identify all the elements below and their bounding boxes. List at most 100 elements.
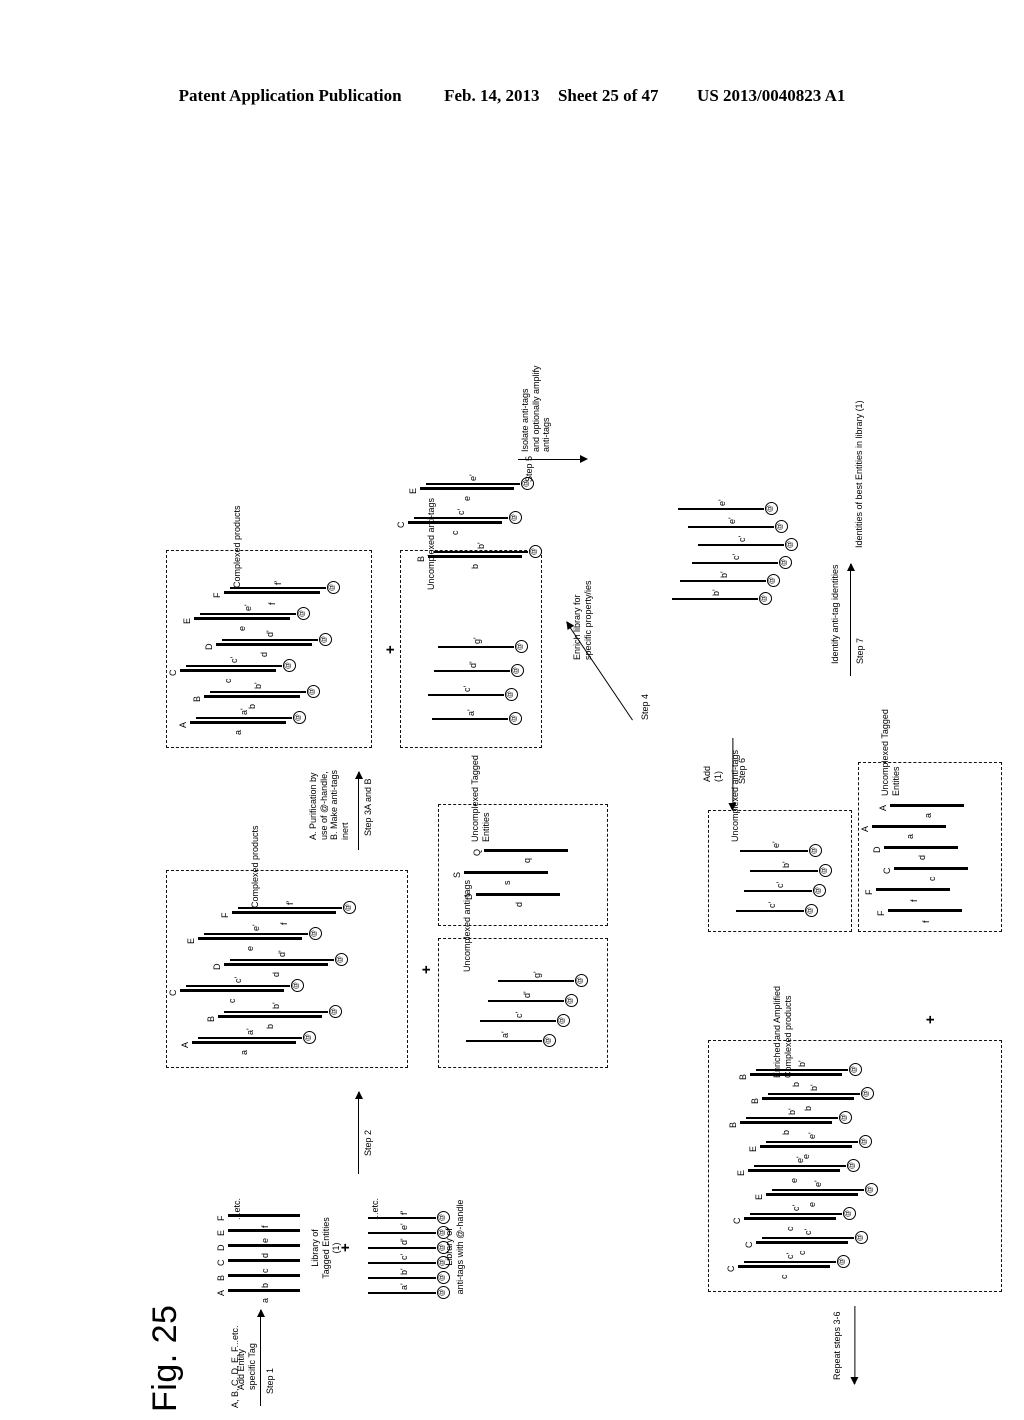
at-handle-icon: @ xyxy=(785,538,798,551)
strand-bar xyxy=(198,937,302,940)
strand-bar xyxy=(680,580,766,582)
strand-bar xyxy=(748,1169,840,1172)
strand-bar xyxy=(218,1015,322,1018)
strand-bar xyxy=(222,639,318,641)
strand-bar xyxy=(204,933,308,935)
tag-label: q xyxy=(521,857,532,863)
uncomplexed-antitags-caption-top: Uncomplexed anti-tags xyxy=(426,497,436,590)
strand-bar xyxy=(432,718,508,720)
result-label: Identities of best Entities in library (… xyxy=(854,400,864,548)
antitag-label: g' xyxy=(532,971,543,978)
at-handle-icon: @ xyxy=(779,556,792,569)
strand-bar xyxy=(186,985,290,987)
antitag-label: a' xyxy=(466,709,477,716)
strand-bar xyxy=(428,694,504,696)
entity-label: B xyxy=(216,1274,226,1281)
antitag-label: b' xyxy=(718,571,729,578)
strand-bar xyxy=(754,1165,846,1167)
strand-bar xyxy=(768,1093,860,1095)
entity-label: A xyxy=(180,1041,190,1048)
strand-bar xyxy=(230,959,334,961)
tag-label: f xyxy=(267,602,278,605)
entity-label: A xyxy=(878,804,888,811)
entity-label: C xyxy=(168,669,178,677)
entity-label: C xyxy=(216,1259,226,1267)
antitag-label: b' xyxy=(797,1060,808,1067)
antitag-label: d' xyxy=(265,630,276,637)
at-handle-icon: @ xyxy=(515,640,528,653)
entity-label: F xyxy=(876,910,886,917)
strand-bar xyxy=(228,1259,300,1262)
library-antitags-caption: Library of anti-tags with @-handle xyxy=(444,1199,465,1295)
patent-number: US 2013/0040823 A1 xyxy=(697,86,846,105)
at-handle-icon: @ xyxy=(819,864,832,877)
antitag-label: c' xyxy=(456,508,467,515)
strand-bar xyxy=(192,1041,296,1044)
antitag-label: d' xyxy=(468,661,479,668)
strand-bar xyxy=(688,526,774,528)
strand-bar xyxy=(420,487,514,490)
tag-label: b xyxy=(247,703,258,709)
antitag-label: d' xyxy=(522,991,533,998)
at-handle-icon: @ xyxy=(855,1231,868,1244)
at-handle-icon: @ xyxy=(759,592,772,605)
entity-label: E xyxy=(186,937,196,944)
strand-bar xyxy=(480,1020,556,1022)
tag-label: f xyxy=(278,922,289,925)
at-handle-icon: @ xyxy=(557,1014,570,1027)
repeat-arrow xyxy=(854,1306,856,1384)
figure-title: Fig. 25 xyxy=(146,1304,184,1412)
tag-label: b xyxy=(791,1081,802,1087)
uncomplexed-tagged-box-step3 xyxy=(438,804,608,926)
step2-name: Step 2 xyxy=(363,1129,373,1156)
tag-label: d xyxy=(513,901,524,907)
strand-bar xyxy=(210,691,306,693)
entity-label: B xyxy=(750,1097,760,1104)
strand-bar xyxy=(750,1213,842,1215)
entity-label: Q xyxy=(472,848,482,856)
at-handle-icon: @ xyxy=(291,979,304,992)
tag-label: d xyxy=(270,971,281,977)
strand-bar xyxy=(198,1037,302,1039)
antitag-label: c' xyxy=(774,881,785,888)
at-handle-icon: @ xyxy=(327,581,340,594)
strand-bar xyxy=(368,1262,436,1264)
at-handle-icon: @ xyxy=(837,1255,850,1268)
at-handle-icon: @ xyxy=(543,1034,556,1047)
publication-date: Feb. 14, 2013 xyxy=(444,86,540,105)
tag-label: d xyxy=(259,651,270,657)
entity-label: D xyxy=(872,846,882,854)
tag-label: e xyxy=(789,1177,800,1183)
step1-name: Step 1 xyxy=(265,1367,275,1394)
strand-bar xyxy=(228,1229,300,1232)
at-handle-icon: @ xyxy=(859,1135,872,1148)
entity-label: A xyxy=(860,825,870,832)
at-handle-icon: @ xyxy=(307,685,320,698)
strand-bar xyxy=(476,893,560,896)
strand-bar xyxy=(750,870,818,872)
entity-label: F xyxy=(864,889,874,896)
at-handle-icon: @ xyxy=(809,844,822,857)
antitags-etc: ...etc. xyxy=(370,1197,380,1220)
strand-bar xyxy=(760,1145,852,1148)
strand-bar xyxy=(740,1121,832,1124)
strand-bar xyxy=(740,850,808,852)
antitag-label: c' xyxy=(398,1253,409,1260)
enriched-products-caption: Enriched and Amplified Complexed product… xyxy=(772,985,793,1078)
antitag-label: b' xyxy=(270,1002,281,1009)
antitag-label: c' xyxy=(514,1011,525,1018)
antitag-label: c' xyxy=(766,901,777,908)
step1-arrow xyxy=(260,1310,262,1406)
tag-label: f xyxy=(921,920,932,923)
entity-label: C xyxy=(168,989,178,997)
at-handle-icon: @ xyxy=(283,659,296,672)
strand-bar xyxy=(224,963,328,966)
at-handle-icon: @ xyxy=(765,502,778,515)
strand-bar xyxy=(414,517,508,519)
tag-label: e xyxy=(237,625,248,631)
entity-label: F xyxy=(220,912,230,919)
antitag-label: f' xyxy=(398,1210,409,1215)
uncomplexed-antitags-caption-step6: Uncomplexed anti-tags xyxy=(730,749,740,842)
tag-label: e xyxy=(462,495,473,501)
at-handle-icon: @ xyxy=(767,574,780,587)
